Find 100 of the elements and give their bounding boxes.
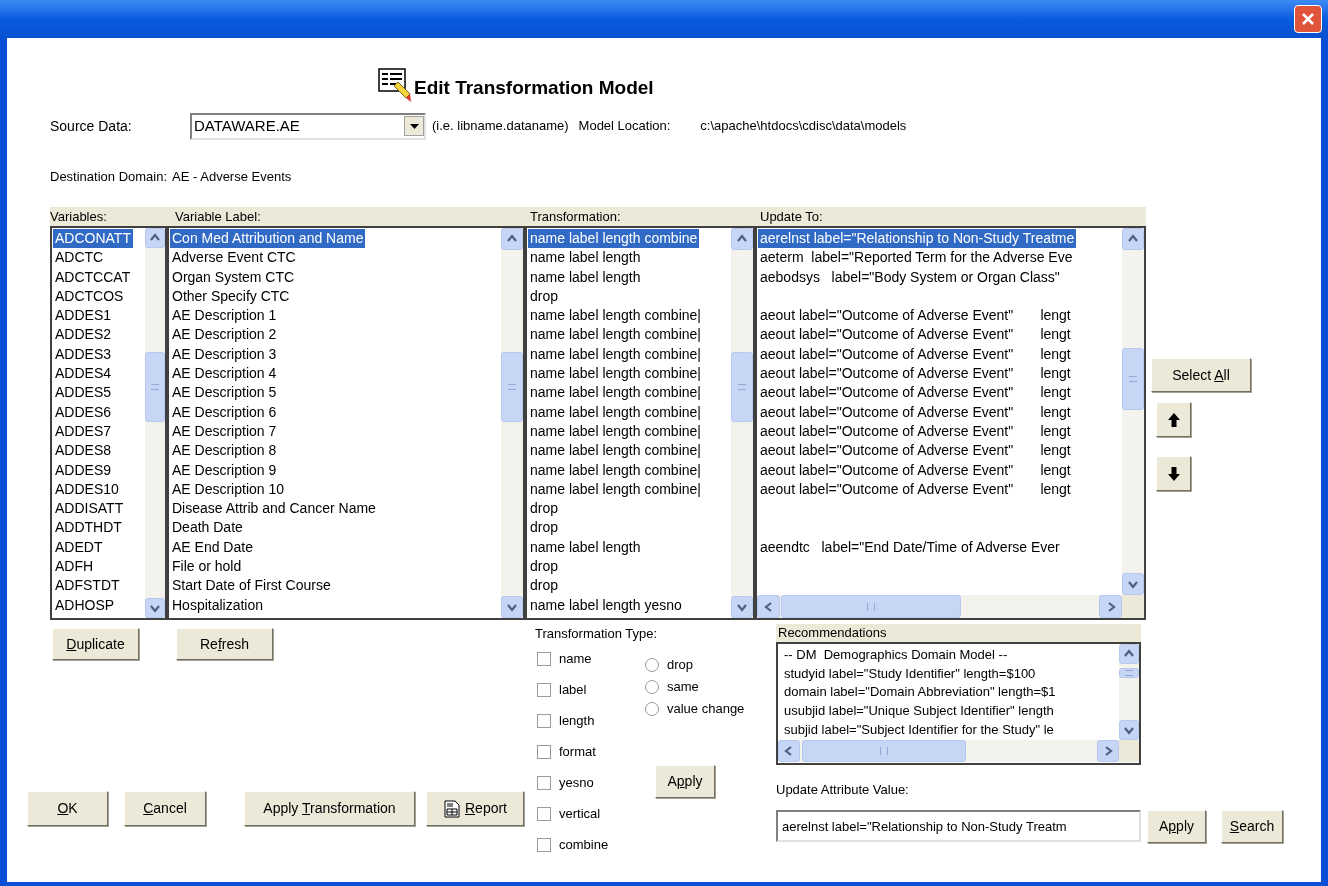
list-item[interactable]: ADCTCCAT — [53, 267, 133, 287]
close-button[interactable] — [1294, 5, 1322, 33]
list-item[interactable]: ADDISATT — [53, 499, 126, 519]
list-item[interactable]: AE Description 5 — [170, 383, 279, 403]
list-item[interactable]: name label length combine| — [528, 479, 703, 500]
list-item[interactable]: aeout label="Outcome of Adverse Event" lengt — [758, 325, 1073, 345]
vertical-scrollbar[interactable] — [501, 228, 523, 618]
list-item[interactable]: Other Specify CTC — [170, 286, 292, 307]
refresh-button[interactable]: Refresh — [176, 628, 273, 660]
list-item[interactable]: AE Description 3 — [170, 344, 279, 365]
select-all-button[interactable]: Select All — [1151, 358, 1251, 392]
update-attribute-field[interactable]: aerelnst label="Relationship to Non-Study Treatm — [776, 810, 1141, 842]
list-item[interactable]: aeout label="Outcome of Adverse Event" lengt — [758, 441, 1073, 461]
radio-button[interactable] — [645, 657, 659, 672]
list-item[interactable]: Con Med Attribution and Name — [170, 229, 366, 249]
list-item[interactable]: name label length — [528, 248, 643, 268]
radio-button[interactable] — [645, 679, 659, 694]
list-item[interactable]: ADHOSP — [53, 595, 117, 615]
list-item[interactable]: ADCTCOS — [53, 286, 126, 307]
duplicate-button[interactable]: Duplicate — [52, 628, 139, 660]
list-item[interactable]: AE Description 4 — [170, 364, 279, 384]
list-item[interactable]: name label length combine — [528, 229, 700, 249]
list-item[interactable]: drop — [528, 518, 561, 538]
list-item[interactable]: drop — [528, 286, 561, 307]
move-down-button[interactable] — [1156, 456, 1191, 491]
list-item[interactable]: aeout label="Outcome of Adverse Event" lengt — [758, 344, 1073, 365]
checkbox[interactable] — [537, 776, 551, 790]
vertical-scrollbar[interactable] — [1122, 228, 1144, 595]
checkbox[interactable] — [537, 838, 551, 852]
list-item[interactable]: ADFH — [53, 557, 96, 577]
list-item[interactable]: drop — [528, 576, 561, 596]
list-item[interactable]: aeendtc label="End Date/Time of Adverse Ever — [758, 537, 1062, 558]
list-item[interactable]: ADFSTDT — [53, 576, 122, 596]
checkbox[interactable] — [537, 714, 551, 728]
list-item[interactable]: AE Description 9 — [170, 460, 279, 480]
list-item[interactable]: aeout label="Outcome of Adverse Event" lengt — [758, 306, 1073, 326]
list-item[interactable]: aerelnst label="Relationship to Non-Study Treatme — [758, 229, 1077, 249]
move-up-button[interactable] — [1156, 402, 1191, 437]
list-item[interactable]: name label length combine| — [528, 306, 703, 326]
list-item[interactable]: drop — [528, 557, 561, 577]
list-item[interactable]: Death Date — [170, 518, 245, 538]
list-item[interactable]: ADDTHDT — [53, 518, 124, 538]
list-item[interactable]: Start Date of First Course — [170, 576, 333, 596]
list-item[interactable]: name label length combine| — [528, 364, 703, 384]
list-item[interactable]: ADDES6 — [53, 402, 114, 422]
vertical-scrollbar[interactable] — [1119, 644, 1139, 740]
list-item[interactable]: ADCONATT — [53, 229, 133, 249]
list-item[interactable]: aebodsys label="Body System or Organ Class" — [758, 267, 1062, 287]
checkbox[interactable] — [537, 807, 551, 821]
list-item[interactable]: AE Description 7 — [170, 421, 279, 442]
list-item[interactable]: name label length combine| — [528, 441, 703, 461]
list-item[interactable]: Organ System CTC — [170, 267, 297, 287]
dialog-button[interactable]: OK — [27, 791, 108, 826]
dialog-button[interactable]: Report — [426, 791, 524, 826]
checkbox[interactable] — [537, 745, 551, 759]
list-item[interactable]: ADDES9 — [53, 460, 114, 480]
list-item[interactable]: name label length combine| — [528, 421, 703, 442]
list-item[interactable]: name label length — [528, 267, 643, 287]
list-item[interactable]: aeout label="Outcome of Adverse Event" lengt — [758, 402, 1073, 422]
source-data-dropdown[interactable]: DATAWARE.AE — [190, 112, 426, 140]
list-item[interactable]: ADDES3 — [53, 344, 114, 365]
list-item[interactable]: AE Description 6 — [170, 402, 279, 422]
list-item[interactable]: aeout label="Outcome of Adverse Event" lengt — [758, 479, 1073, 500]
list-item[interactable]: Hospitalization — [170, 595, 266, 615]
list-item[interactable]: aeout label="Outcome of Adverse Event" lengt — [758, 364, 1073, 384]
radio-button[interactable] — [645, 701, 659, 716]
list-item[interactable]: aeout label="Outcome of Adverse Event" lengt — [758, 383, 1073, 403]
list-item[interactable]: ADDES1 — [53, 306, 114, 326]
list-item[interactable]: AE Description 8 — [170, 441, 279, 461]
checkbox[interactable] — [537, 652, 551, 666]
dialog-button[interactable]: Apply Transformation — [244, 791, 415, 826]
list-item[interactable]: ADDES8 — [53, 441, 114, 461]
list-item[interactable]: ADDES7 — [53, 421, 114, 442]
apply-button[interactable]: Apply — [655, 764, 715, 798]
list-item[interactable]: drop — [528, 499, 561, 519]
list-item[interactable]: AE End Date — [170, 537, 255, 558]
list-item[interactable]: Adverse Event CTC — [170, 248, 298, 268]
horizontal-scrollbar[interactable] — [757, 595, 1122, 618]
checkbox[interactable] — [537, 683, 551, 697]
search-button[interactable]: Search — [1221, 809, 1283, 843]
list-item[interactable]: File or hold — [170, 557, 244, 577]
vertical-scrollbar[interactable] — [731, 228, 753, 618]
list-item[interactable]: AE Description 1 — [170, 306, 279, 326]
list-item[interactable]: name label length combine| — [528, 460, 703, 480]
list-item[interactable]: name label length — [528, 537, 643, 558]
list-item[interactable]: ADDES10 — [53, 479, 121, 500]
list-item[interactable]: name label length combine| — [528, 344, 703, 365]
list-item[interactable]: aeout label="Outcome of Adverse Event" lengt — [758, 460, 1073, 480]
list-item[interactable]: aeout label="Outcome of Adverse Event" lengt — [758, 421, 1073, 442]
list-item[interactable]: ADCTC — [53, 248, 106, 268]
apply-button[interactable]: Apply — [1147, 809, 1206, 843]
list-item[interactable]: ADEDT — [53, 537, 105, 558]
list-item[interactable]: ADDES4 — [53, 364, 114, 384]
list-item[interactable]: name label length combine| — [528, 383, 703, 403]
list-item[interactable]: name label length combine| — [528, 402, 703, 422]
dialog-button[interactable]: Cancel — [124, 791, 206, 826]
list-item[interactable]: name label length yesno — [528, 595, 684, 615]
list-item[interactable]: AE Description 2 — [170, 325, 279, 345]
list-item[interactable]: ADDES5 — [53, 383, 114, 403]
list-item[interactable]: aeterm label="Reported Term for the Adverse Eve — [758, 248, 1075, 268]
